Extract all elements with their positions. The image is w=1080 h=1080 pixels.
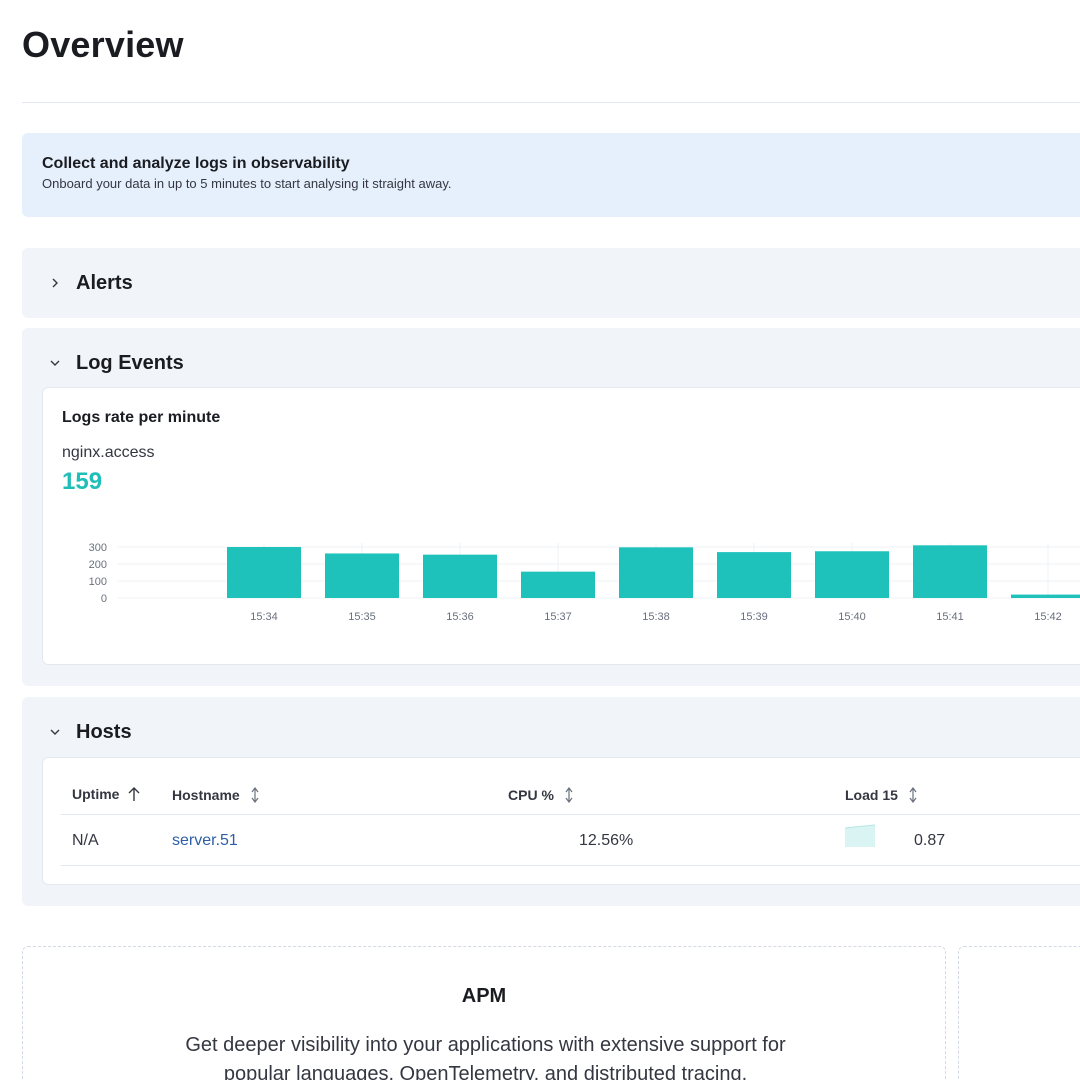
column-header-uptime[interactable]: Uptime <box>72 786 141 802</box>
hostname-link[interactable]: server.51 <box>172 832 238 850</box>
x-tick-label: 15:37 <box>544 611 572 623</box>
alerts-section-title: Alerts <box>76 271 133 294</box>
bar <box>325 553 399 598</box>
apm-card-title: APM <box>461 985 507 1007</box>
apm-card-text: Get deeper visibility into your applicat… <box>185 1034 786 1080</box>
x-tick-label: 15:42 <box>1034 611 1062 623</box>
log-events-section-title: Log Events <box>76 351 184 374</box>
bar <box>815 551 889 598</box>
table-header-divider <box>61 814 1080 815</box>
chevron-right-icon <box>48 276 62 290</box>
sort-ascending-icon <box>128 787 140 801</box>
chevron-down-icon <box>48 356 62 370</box>
x-tick-label: 15:40 <box>838 611 866 623</box>
cell-cpu: 12.56% <box>579 832 634 849</box>
callout-text: Onboard your data in up to 5 minutes to … <box>42 176 452 191</box>
apm-card: APM Get deeper visibility into your appl… <box>22 946 946 1080</box>
chevron-down-icon <box>48 725 62 739</box>
y-tick-label: 0 <box>101 593 107 605</box>
bar <box>717 552 791 598</box>
y-tick-label: 300 <box>89 542 107 554</box>
secondary-card <box>958 946 1080 1080</box>
alerts-section-toggle[interactable]: Alerts <box>22 248 1080 318</box>
alerts-section: Alerts <box>22 248 1080 318</box>
column-label-uptime: Uptime <box>72 786 120 802</box>
cell-uptime: N/A <box>72 832 99 849</box>
x-tick-label: 15:38 <box>642 611 670 623</box>
table-row-divider <box>61 865 1080 866</box>
sort-icon <box>565 787 573 803</box>
x-tick-label: 15:41 <box>936 611 964 623</box>
log-events-section: Log Events Logs rate per minute nginx.ac… <box>22 328 1080 686</box>
column-label-cpu: CPU % <box>508 787 554 803</box>
bar <box>227 547 301 598</box>
page-title: Overview <box>22 24 184 65</box>
x-tick-label: 15:39 <box>740 611 768 623</box>
sort-icon <box>909 787 917 803</box>
bar <box>1011 594 1080 598</box>
onboarding-callout: Collect and analyze logs in observabilit… <box>22 133 1080 217</box>
hosts-section: Hosts Uptime Hostname CPU % Load 15 N/A … <box>22 697 1080 906</box>
load-sparkline <box>844 824 876 847</box>
x-tick-label: 15:35 <box>348 611 376 623</box>
column-header-hostname[interactable]: Hostname <box>172 786 262 804</box>
logs-rate-panel: Logs rate per minute nginx.access 159 01… <box>42 387 1080 665</box>
column-header-cpu[interactable]: CPU % <box>508 786 576 804</box>
y-tick-label: 100 <box>89 576 107 588</box>
logs-rate-bar-chart: 0 100 200 300 15:34 15:35 15:36 15:37 15:38 15:39… <box>89 542 1080 623</box>
cell-load15: 0.87 <box>914 832 946 849</box>
x-tick-label: 15:34 <box>250 611 278 623</box>
column-label-hostname: Hostname <box>172 787 240 803</box>
bar <box>619 547 693 598</box>
callout-title: Collect and analyze logs in observabilit… <box>42 155 350 172</box>
bar <box>913 545 987 598</box>
hosts-table: Uptime Hostname CPU % Load 15 N/A server… <box>42 757 1080 885</box>
column-label-load15: Load 15 <box>845 787 898 803</box>
bar <box>521 571 595 598</box>
y-tick-label: 200 <box>89 559 107 571</box>
sort-icon <box>251 787 259 803</box>
x-tick-label: 15:36 <box>446 611 474 623</box>
hosts-section-title: Hosts <box>76 720 132 743</box>
column-header-load15[interactable]: Load 15 <box>845 786 920 804</box>
title-divider <box>22 102 1080 103</box>
bar <box>423 554 497 598</box>
